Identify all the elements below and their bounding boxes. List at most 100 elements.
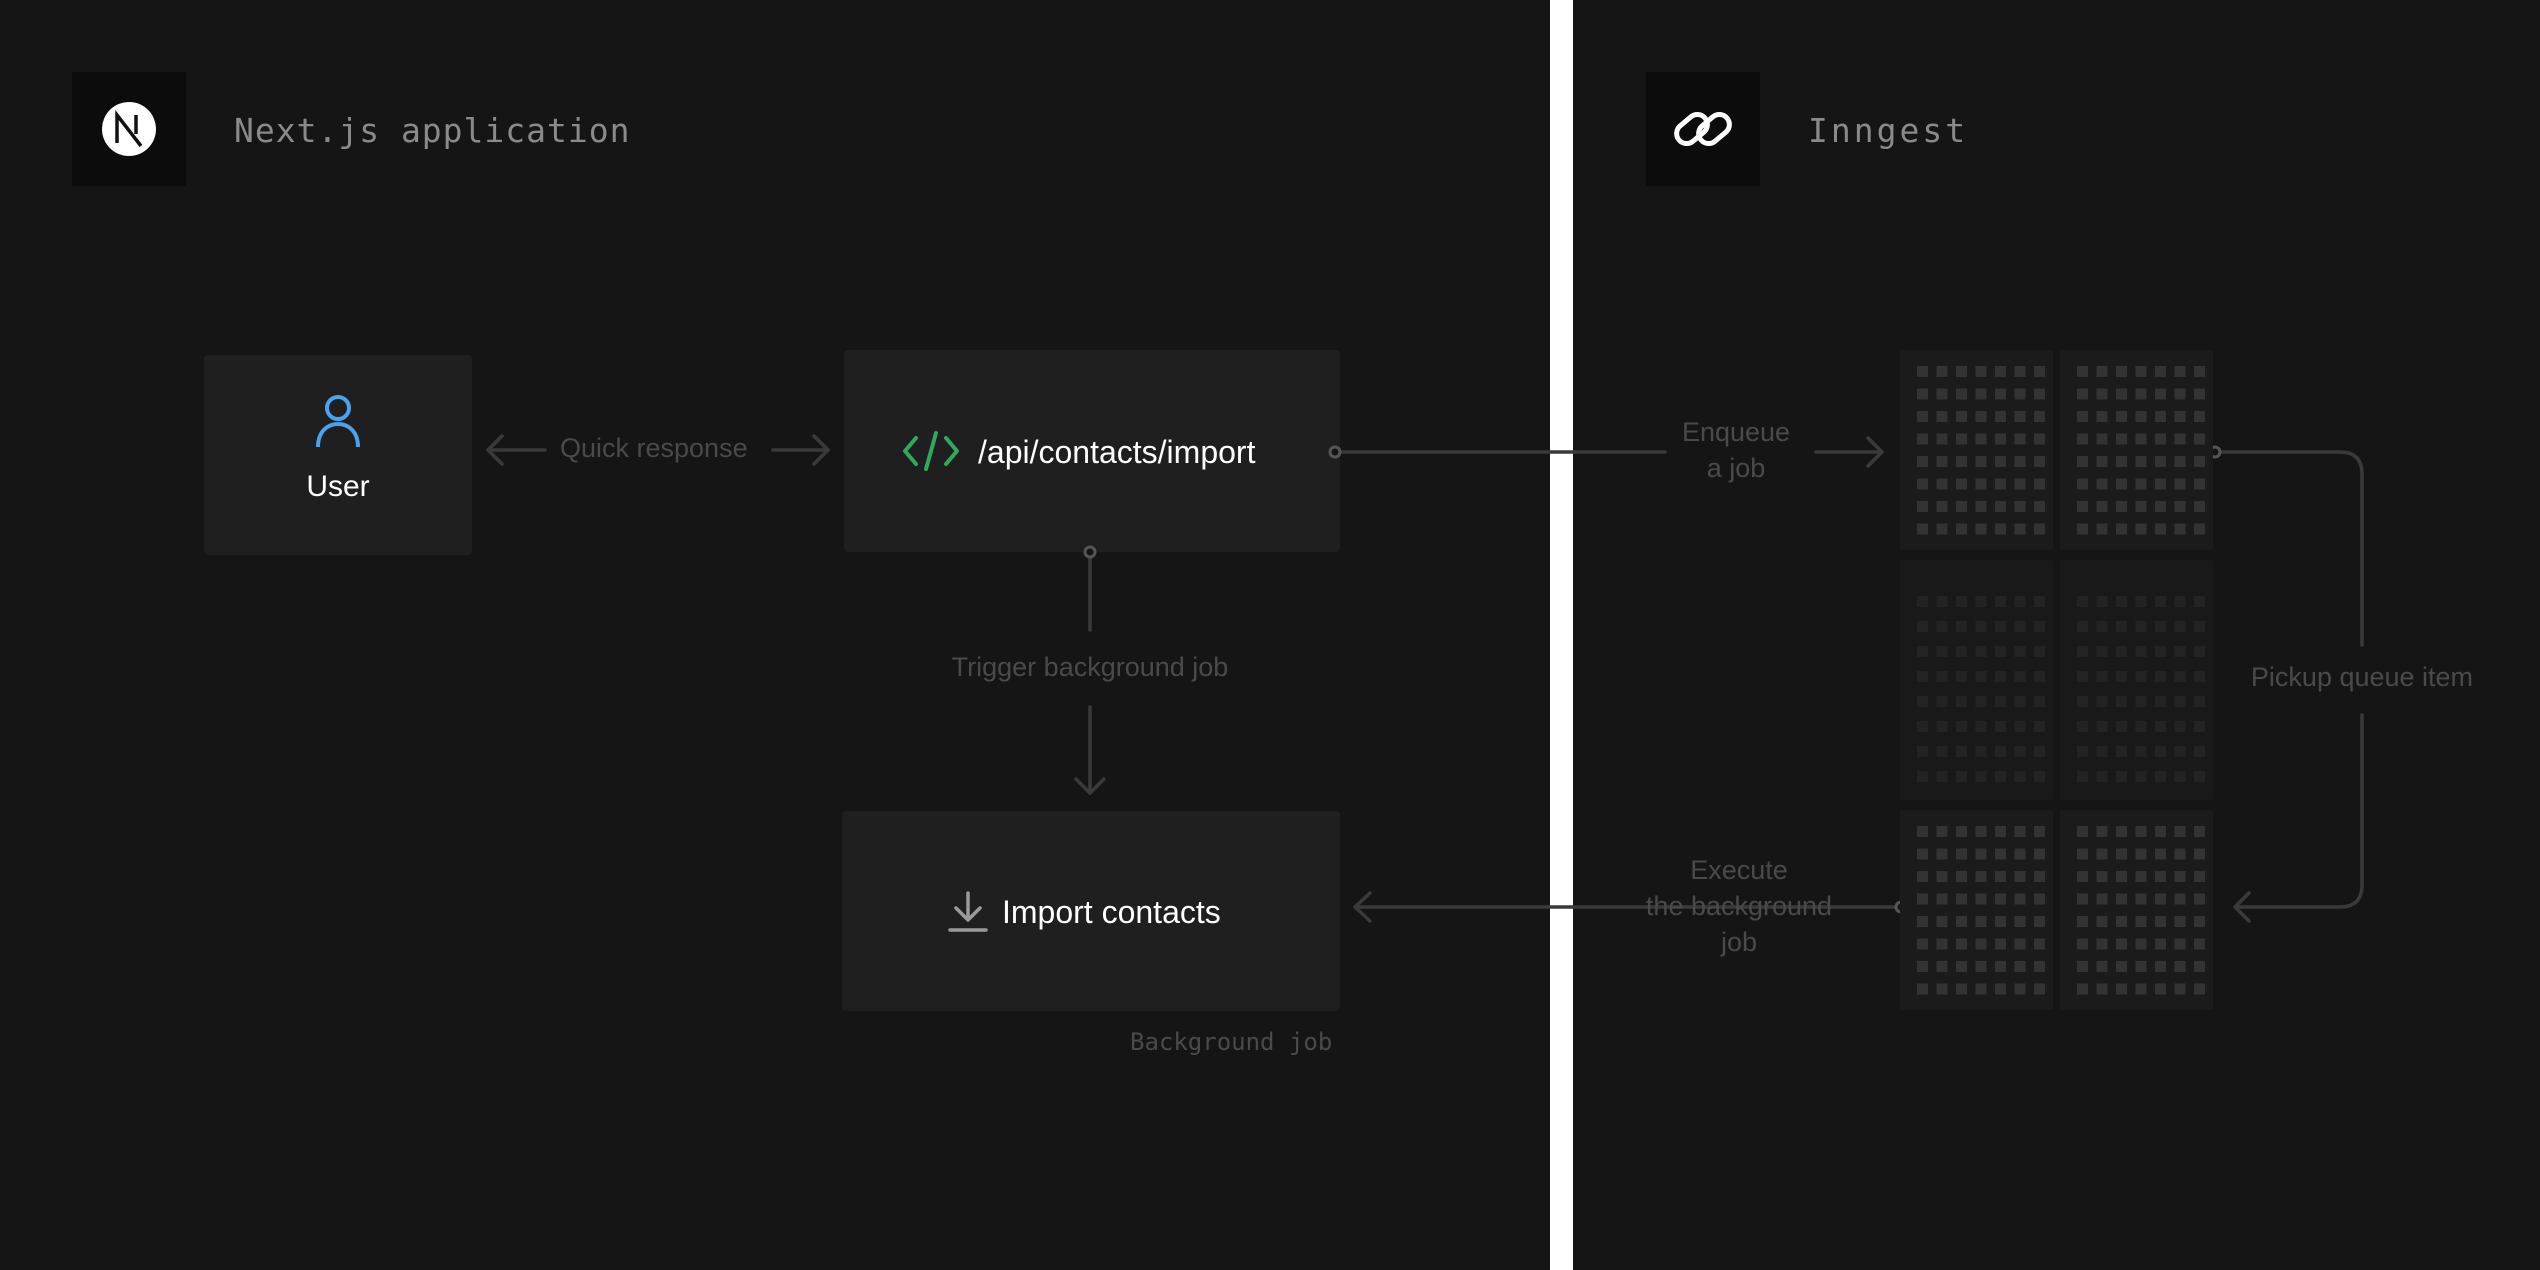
queue-cell xyxy=(2174,871,2186,882)
queue-cell xyxy=(2096,388,2108,400)
queue-cell xyxy=(2194,411,2205,422)
queue-panel xyxy=(1900,810,2053,1010)
queue-cell xyxy=(2194,721,2205,732)
queue-cell xyxy=(2116,433,2127,445)
queue-cell xyxy=(1936,671,1948,682)
queue-cell xyxy=(1975,961,1987,972)
queue-cell xyxy=(1917,478,1928,490)
queue-cell xyxy=(2174,501,2186,512)
queue-cell xyxy=(1995,826,2006,837)
queue-cell xyxy=(1995,523,2006,535)
queue-cell xyxy=(1995,938,2006,950)
queue-cell xyxy=(2014,671,2026,682)
queue-cell xyxy=(1975,696,1987,707)
queue-cell xyxy=(2174,983,2186,995)
queue-cell xyxy=(1917,366,1928,377)
queue-cell xyxy=(2014,456,2026,467)
queue-cell xyxy=(1956,746,1967,757)
queue-cell xyxy=(1995,671,2006,682)
queue-cell xyxy=(1995,366,2006,377)
queue-cell xyxy=(2077,961,2088,972)
queue-cell xyxy=(2155,983,2166,995)
queue-cell xyxy=(2096,826,2108,837)
queue-cell xyxy=(1975,596,1987,607)
queue-cell xyxy=(1956,961,1967,972)
queue-cell xyxy=(2155,848,2166,860)
queue-cell xyxy=(2014,523,2026,535)
queue-cell xyxy=(2077,771,2088,782)
queue-cell xyxy=(1995,478,2006,490)
queue-cell xyxy=(1936,523,1948,535)
queue-cell xyxy=(1917,523,1928,535)
queue-cell xyxy=(2034,501,2045,512)
queue-cell xyxy=(1917,621,1928,632)
queue-cell xyxy=(1917,983,1928,995)
queue-cell xyxy=(2077,596,2088,607)
queue-cell xyxy=(2135,848,2147,860)
queue-cell xyxy=(2194,938,2205,950)
queue-cell xyxy=(2096,621,2108,632)
queue-cell xyxy=(1975,771,1987,782)
queue-cell xyxy=(2135,938,2147,950)
queue-cell xyxy=(1956,893,1967,905)
queue-cell xyxy=(2077,916,2088,927)
queue-cell xyxy=(1956,433,1967,445)
queue-cell xyxy=(2135,671,2147,682)
queue-cell xyxy=(2077,433,2088,445)
queue-cell xyxy=(1936,826,1948,837)
queue-cell xyxy=(1917,721,1928,732)
queue-cell xyxy=(2034,433,2045,445)
queue-cell xyxy=(1956,411,1967,422)
queue-cell xyxy=(2034,523,2045,535)
queue-cell xyxy=(1956,826,1967,837)
queue-cell xyxy=(2135,456,2147,467)
queue-cell xyxy=(1917,456,1928,467)
queue-cell xyxy=(2034,871,2045,882)
queue-cell xyxy=(2135,746,2147,757)
queue-cell xyxy=(2077,826,2088,837)
queue-cell xyxy=(2135,771,2147,782)
queue-cell xyxy=(2135,646,2147,657)
queue-cell xyxy=(2174,771,2186,782)
queue-cell xyxy=(2155,696,2166,707)
queue-cell xyxy=(1956,871,1967,882)
queue-cell xyxy=(2034,916,2045,927)
queue-cell xyxy=(1936,411,1948,422)
queue-cell xyxy=(1975,938,1987,950)
queue-cell xyxy=(2135,721,2147,732)
queue-cell xyxy=(2194,671,2205,682)
queue-cell xyxy=(2034,696,2045,707)
queue-cell xyxy=(1956,916,1967,927)
queue-cell xyxy=(2135,501,2147,512)
queue-cell xyxy=(2116,826,2127,837)
queue-cell xyxy=(2014,411,2026,422)
queue-cell xyxy=(1995,596,2006,607)
queue-cell xyxy=(2194,848,2205,860)
queue-cell xyxy=(2135,388,2147,400)
queue-cell xyxy=(1956,456,1967,467)
queue-cell xyxy=(2014,366,2026,377)
queue-cell xyxy=(2194,646,2205,657)
queue-cell xyxy=(2135,478,2147,490)
queue-cell xyxy=(2096,848,2108,860)
queue-cell xyxy=(1975,366,1987,377)
trigger-background-job-label: Trigger background job xyxy=(951,652,1229,682)
queue-cell xyxy=(2077,501,2088,512)
queue-cell xyxy=(2194,456,2205,467)
queue-cell xyxy=(1956,501,1967,512)
queue-cell xyxy=(1917,388,1928,400)
queue-cell xyxy=(2155,826,2166,837)
queue-cell xyxy=(1917,916,1928,927)
queue-cell xyxy=(2135,871,2147,882)
queue-cell xyxy=(2194,366,2205,377)
queue-cell xyxy=(2116,721,2127,732)
queue-cell xyxy=(1956,478,1967,490)
queue-cell xyxy=(2077,848,2088,860)
queue-cell xyxy=(1936,848,1948,860)
queue-cell xyxy=(2077,746,2088,757)
queue-cell xyxy=(1956,983,1967,995)
queue-cell xyxy=(1956,721,1967,732)
queue-cell xyxy=(2135,621,2147,632)
queue-cell xyxy=(2174,411,2186,422)
queue-cell xyxy=(1956,848,1967,860)
